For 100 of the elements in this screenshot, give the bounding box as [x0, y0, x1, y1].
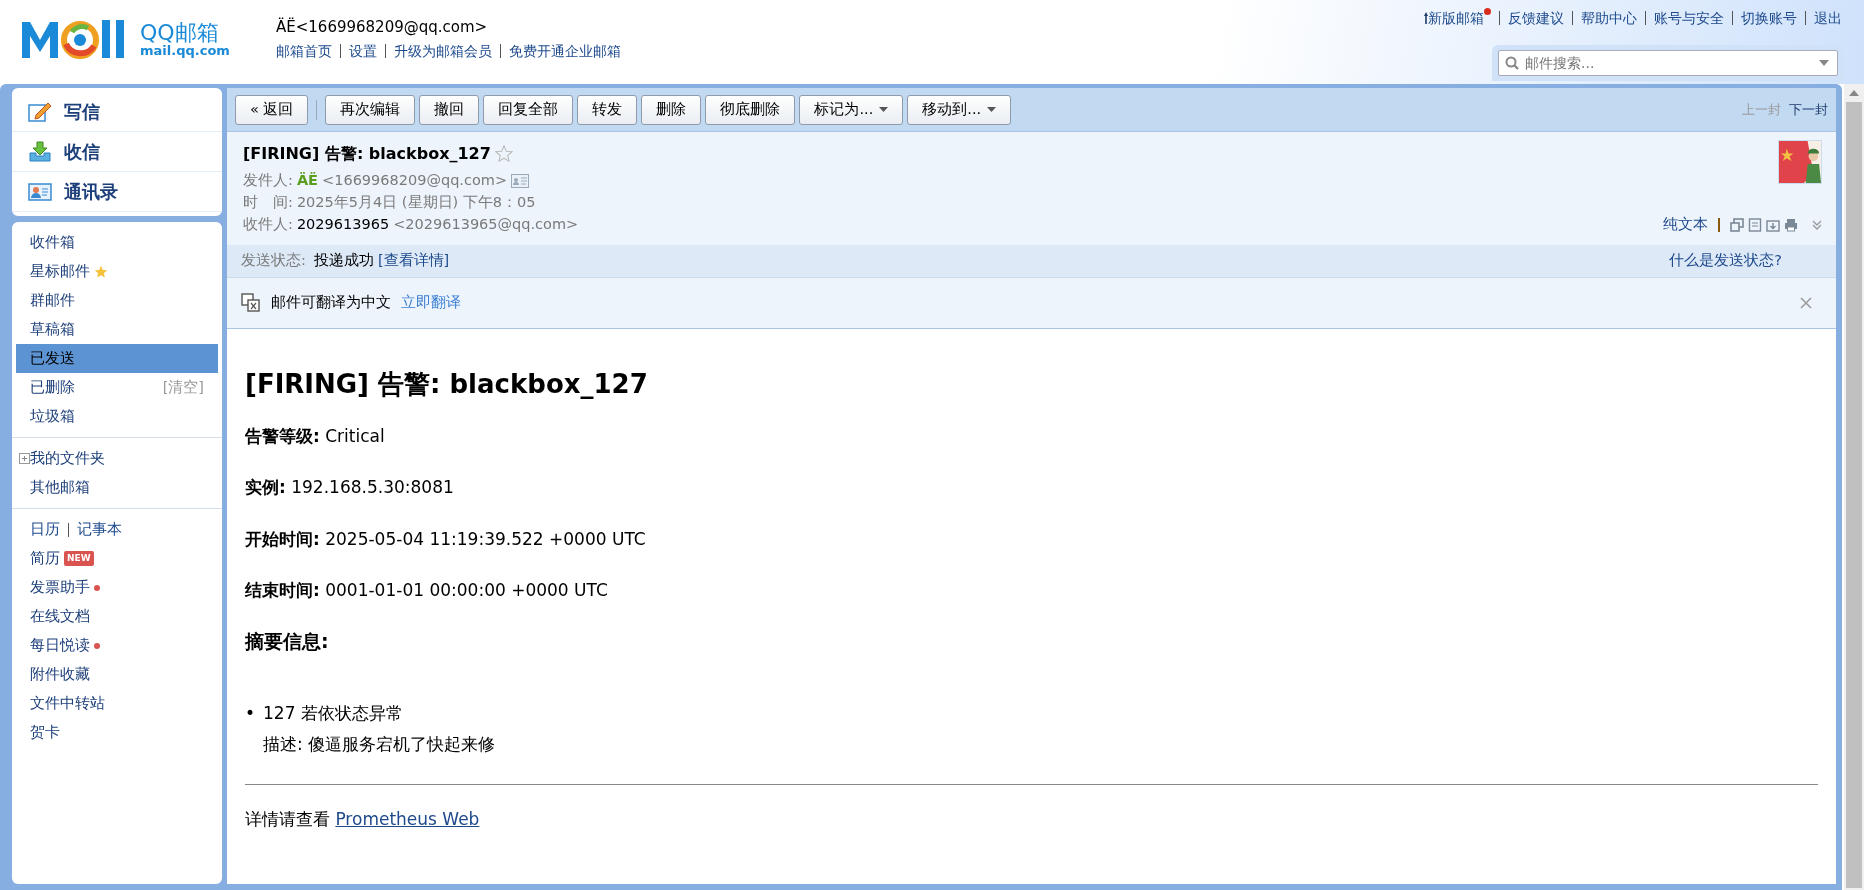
sidebar-item[interactable]: 星标邮件	[30, 260, 90, 283]
logo-title: QQ邮箱	[140, 20, 220, 44]
field-value: Critical	[325, 425, 385, 446]
notification-dot	[94, 584, 100, 591]
logo-subtitle: mail.qq.com	[140, 43, 230, 58]
sidebar-item[interactable]: 发票助手	[30, 576, 90, 599]
field-label: 开始时间:	[245, 528, 320, 549]
header-link[interactable]: 设置	[349, 40, 377, 61]
sidebar-item[interactable]: 其他邮箱	[30, 476, 90, 499]
field-label: 时 间:	[243, 192, 293, 212]
translate-icon	[241, 292, 261, 313]
translate-link[interactable]: 立即翻译	[401, 292, 461, 314]
plain-text-link[interactable]: 纯文本	[1663, 214, 1708, 236]
sent-time: 2025年5月4日 (星期日) 下午8：05	[296, 192, 536, 212]
details-link[interactable]: [查看详情]	[377, 250, 450, 272]
sidebar-item[interactable]: 日历	[30, 518, 60, 541]
toolbar-button[interactable]: 删除	[641, 94, 702, 125]
new-window-icon[interactable]	[1730, 217, 1744, 232]
field-label: 实例:	[245, 477, 286, 498]
caret-icon	[987, 107, 997, 112]
toolbar-button[interactable]: 再次编辑	[325, 94, 416, 125]
toolbar-button[interactable]: 回复全部	[483, 94, 574, 125]
sidebar-item[interactable]: 简历	[30, 547, 60, 570]
body-heading: [FIRING] 告警: blackbox_127	[245, 368, 649, 400]
sidebar-action[interactable]: 通讯录	[12, 172, 222, 212]
translate-notice: 邮件可翻译为中文	[271, 293, 391, 312]
footer-text: 详情请查看	[245, 808, 330, 829]
star-icon	[94, 264, 108, 279]
field-value: 0001-01-01 00:00:00 +0000 UTC	[325, 580, 608, 601]
toolbar-button[interactable]: 彻底删除	[705, 94, 796, 125]
contact-card-icon[interactable]	[511, 173, 530, 188]
close-icon[interactable]	[1800, 296, 1812, 309]
alert-title: 127 若依状态异常	[263, 701, 404, 725]
pager-link[interactable]: 下一封	[1789, 99, 1828, 120]
print-icon[interactable]	[1784, 217, 1798, 232]
document-icon[interactable]	[1748, 217, 1762, 232]
header-link[interactable]: 反馈建议	[1508, 8, 1564, 29]
field-value: 192.168.5.30:8081	[291, 477, 454, 498]
header-link[interactable]: 切换账号	[1741, 8, 1797, 29]
notification-dot	[94, 642, 100, 649]
field-label: 告警等级:	[245, 425, 320, 446]
field-label: 发件人:	[243, 171, 293, 190]
sidebar-item[interactable]: 每日悦读	[30, 634, 90, 657]
pencil-note-icon	[28, 100, 52, 123]
toolbar-button[interactable]: 转发	[577, 94, 638, 125]
sidebar-item[interactable]: 已删除	[30, 376, 75, 399]
header-link[interactable]: 邮箱首页	[276, 40, 332, 61]
account-name: ÄË<1669968209@qq.com>	[276, 16, 489, 38]
toolbar-button[interactable]: 标记为...	[799, 94, 904, 125]
status-help-link[interactable]: 什么是发送状态?	[1669, 250, 1782, 272]
field-label: 结束时间:	[245, 580, 320, 601]
prometheus-link[interactable]: Prometheus Web	[335, 808, 480, 829]
contact-card-icon	[28, 181, 52, 202]
header-link[interactable]: 账号与安全	[1654, 8, 1724, 29]
header-link[interactable]: 升级为邮箱会员	[394, 40, 492, 61]
toolbar-button[interactable]: 撤回	[419, 94, 480, 125]
download-icon[interactable]	[1766, 217, 1780, 232]
header-link[interactable]: 新版邮箱	[1428, 8, 1484, 29]
inbox-tray-icon	[28, 140, 52, 163]
mail-subject: [FIRING] 告警: blackbox_127	[243, 143, 491, 165]
sidebar-item[interactable]: 收件箱	[30, 231, 75, 254]
toolbar-button[interactable]: 移动到...	[907, 94, 1012, 125]
upgrade-arrow-icon	[1424, 12, 1428, 24]
notification-dot	[1484, 8, 1491, 15]
header-link[interactable]: 免费开通企业邮箱	[509, 40, 621, 61]
new-badge: NEW	[64, 550, 94, 567]
sidebar-item[interactable]: 群邮件	[30, 289, 75, 312]
status-value: 投递成功	[313, 251, 374, 271]
sidebar-item[interactable]: 已发送	[16, 344, 218, 373]
sidebar-item[interactable]: 文件中转站	[30, 692, 105, 715]
dropdown-caret-icon[interactable]	[1819, 60, 1829, 66]
sidebar-item[interactable]: 我的文件夹	[30, 447, 105, 470]
scroll-up-icon[interactable]	[1849, 90, 1859, 96]
sidebar-item[interactable]: 附件收藏	[30, 663, 90, 686]
field-label: 收件人:	[243, 214, 293, 234]
alert-description: 描述: 傻逼服务宕机了快起来修	[263, 733, 496, 757]
sidebar-item[interactable]: 垃圾箱	[30, 405, 75, 428]
caret-icon	[879, 107, 889, 112]
expand-icon[interactable]	[19, 453, 30, 464]
scrollbar[interactable]	[1844, 84, 1864, 890]
star-icon[interactable]	[494, 145, 513, 163]
expand-chevron-icon[interactable]	[1812, 218, 1822, 231]
recipient-name[interactable]: 2029613965	[296, 213, 390, 236]
sidebar-action[interactable]: 写信	[12, 92, 222, 132]
header-link[interactable]: 退出	[1814, 8, 1842, 29]
sidebar-item[interactable]: 贺卡	[30, 721, 60, 744]
summary-heading: 摘要信息:	[245, 629, 330, 653]
sender-email: <1669968209@qq.com>	[322, 171, 508, 190]
status-label: 发送状态:	[241, 251, 306, 271]
recipient-email: <2029613965@qq.com>	[393, 214, 579, 234]
toolbar-button[interactable]: « 返回	[235, 94, 309, 125]
sidebar-item[interactable]: 草稿箱	[30, 318, 75, 341]
header-link[interactable]: 帮助中心	[1581, 8, 1637, 29]
search-icon	[1505, 56, 1519, 70]
bullet-marker: •	[245, 701, 256, 725]
sidebar-item[interactable]: 记事本	[77, 518, 122, 541]
search-field[interactable]: 邮件搜索...	[1498, 50, 1838, 76]
sidebar-item[interactable]: 在线文档	[30, 605, 90, 628]
field-value: 2025-05-04 11:19:39.522 +0000 UTC	[325, 528, 646, 549]
sidebar-action[interactable]: 收信	[12, 132, 222, 172]
